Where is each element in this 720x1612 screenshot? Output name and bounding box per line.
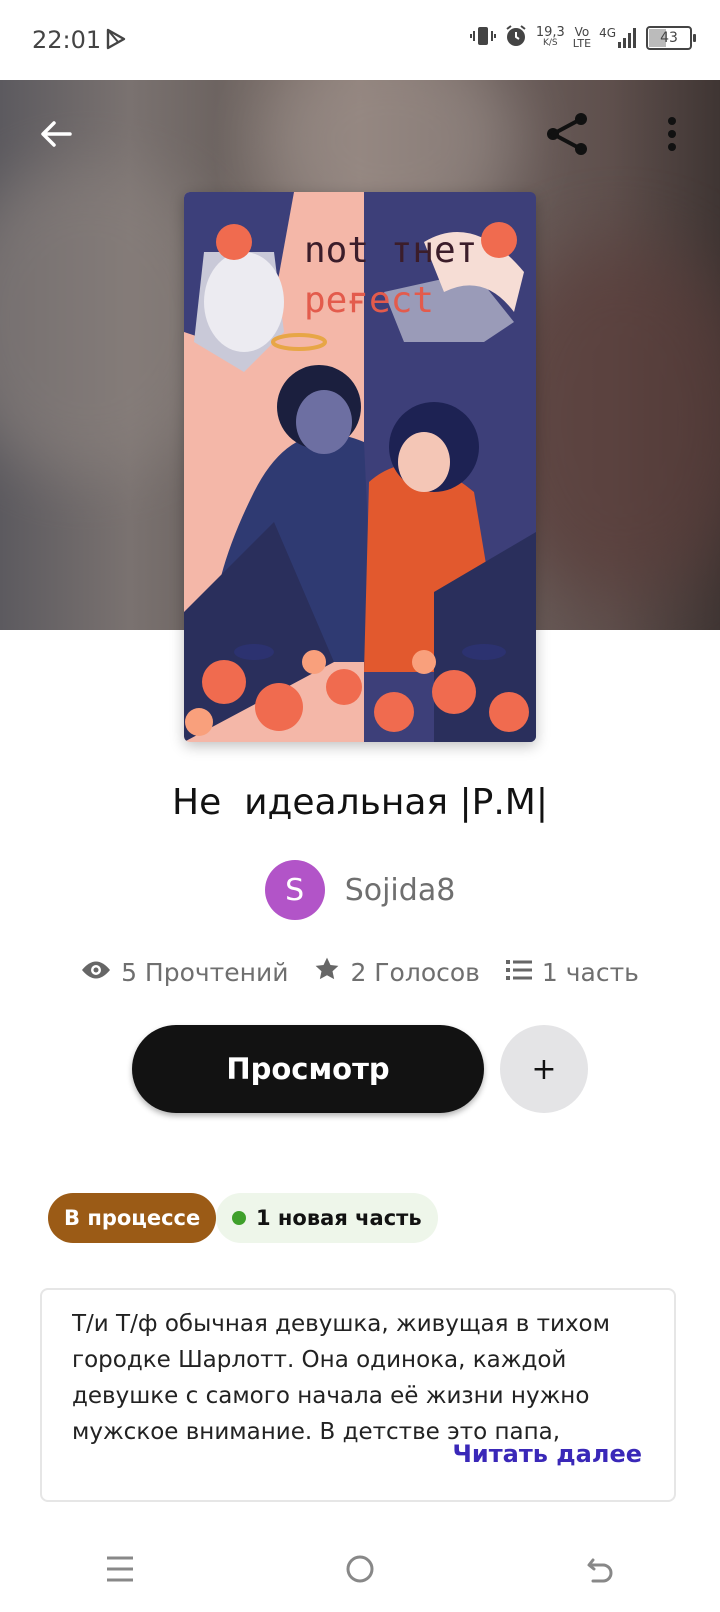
back-icon[interactable] <box>585 1554 615 1588</box>
reads-count: 5 Прочтений <box>121 957 289 987</box>
list-icon <box>505 958 532 987</box>
add-to-library-button[interactable]: + <box>500 1025 588 1113</box>
view-button[interactable]: Просмотр <box>132 1025 484 1113</box>
volte-indicator: Vo LTE <box>572 25 592 50</box>
share-button[interactable] <box>540 108 596 164</box>
alarm-icon <box>504 24 528 52</box>
parts-stat: 1 часть <box>505 956 639 988</box>
battery-icon: 43 <box>646 26 696 50</box>
status-bar: 22:01 19,3 K/S Vo LTE 4G 43 <box>0 0 720 80</box>
share-icon <box>543 109 593 163</box>
new-parts-label: 1 новая часть <box>256 1206 422 1230</box>
vibrate-icon <box>469 25 496 51</box>
new-dot-icon <box>232 1211 246 1225</box>
read-more-link[interactable]: Читать далее <box>453 1440 642 1468</box>
votes-count: 2 Голосов <box>350 957 480 987</box>
description-text: Т/и Т/ф обычная девушка, живущая в тихом… <box>72 1311 610 1445</box>
system-nav-bar <box>0 1530 720 1612</box>
votes-stat: 2 Голосов <box>314 956 480 988</box>
author-name[interactable]: Sojida8 <box>345 873 456 908</box>
star-icon <box>314 956 340 988</box>
description-card[interactable]: Т/и Т/ф обычная девушка, живущая в тихом… <box>40 1288 676 1502</box>
status-time: 22:01 <box>32 26 102 54</box>
cover-title-line1: not тнет <box>304 230 477 271</box>
more-options-button[interactable] <box>644 108 700 164</box>
story-title: Не идеальная |Р.М| <box>172 782 548 823</box>
eye-icon <box>81 958 111 987</box>
network-speed: 19,3 K/S <box>535 25 565 48</box>
cover-title-line2: peғect <box>304 280 434 321</box>
home-icon[interactable] <box>345 1554 375 1588</box>
author-row[interactable]: S Sojida8 <box>0 860 720 920</box>
arrow-left-icon <box>38 116 74 156</box>
status-badge: В процессе <box>48 1193 217 1243</box>
menu-icon[interactable] <box>105 1555 135 1587</box>
plus-icon: + <box>531 1051 557 1087</box>
parts-count: 1 часть <box>541 957 639 987</box>
new-parts-badge: 1 новая часть <box>216 1193 438 1243</box>
story-cover-image[interactable]: not тнет peғect <box>184 192 536 742</box>
play-store-icon <box>106 28 126 54</box>
signal-icon: 4G <box>599 27 638 48</box>
back-button[interactable] <box>28 108 84 164</box>
avatar[interactable]: S <box>264 860 325 920</box>
more-vertical-icon <box>666 116 678 156</box>
story-stats: 5 Прочтений 2 Голосов 1 часть <box>0 956 720 988</box>
reads-stat: 5 Прочтений <box>81 956 288 988</box>
